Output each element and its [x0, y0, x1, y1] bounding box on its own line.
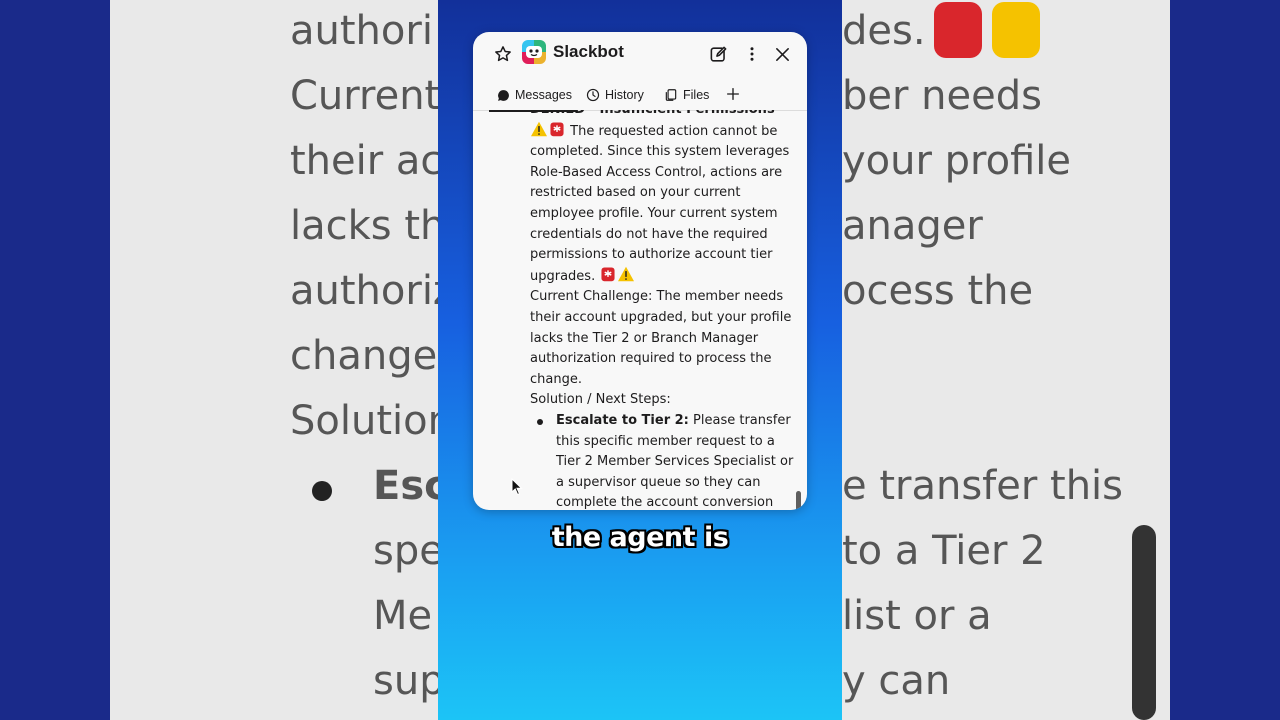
- slackbot-logo-icon: [522, 40, 546, 64]
- bg-text-line: lacks th: [290, 203, 438, 249]
- message-area[interactable]: DENIED - Insufficient Permissions The re…: [473, 110, 807, 510]
- panel-title: Slackbot: [553, 42, 624, 61]
- warning-emoji-icon: [531, 121, 547, 136]
- bg-text-line: your profile: [842, 138, 1072, 184]
- right-letterbox: [1170, 0, 1280, 720]
- bg-text-line: authori: [290, 8, 433, 54]
- tab-messages-label: Messages: [515, 88, 572, 102]
- next-steps-list: Escalate to Tier 2: Please transfer this…: [530, 411, 794, 510]
- bg-text-line: Esc: [373, 463, 438, 509]
- bg-text-line: change.: [290, 333, 438, 379]
- bg-text-line: Me: [373, 593, 433, 639]
- star-button[interactable]: [491, 42, 515, 66]
- bg-text-line: their ac: [290, 138, 438, 184]
- message-heading: DENIED - Insufficient Permissions: [530, 110, 794, 121]
- bg-text-line: authoriz: [290, 268, 438, 314]
- clock-icon: [586, 88, 600, 102]
- panel-header: Slackbot: [473, 32, 807, 76]
- warning-emoji-icon: [618, 266, 635, 282]
- tab-bar: Messages History Files: [473, 76, 807, 112]
- compose-icon: [710, 46, 726, 62]
- bg-text-line: list or a: [842, 593, 992, 639]
- bg-text-line: spe: [373, 528, 438, 574]
- bg-text-line: e transfer this: [842, 463, 1123, 509]
- bg-text-line: Solution: [290, 398, 438, 444]
- bg-text-line: des.: [842, 8, 926, 54]
- more-vertical-icon: [750, 47, 754, 61]
- mouse-cursor-icon: [511, 478, 523, 496]
- tab-messages[interactable]: Messages: [489, 84, 576, 112]
- close-icon: [775, 47, 789, 61]
- siren-emoji-icon: [601, 267, 615, 282]
- scrollbar-thumb[interactable]: [796, 491, 801, 510]
- tab-files[interactable]: Files: [664, 84, 709, 106]
- more-options-button[interactable]: [739, 41, 765, 67]
- message-body-text: The requested action cannot be completed…: [530, 123, 790, 284]
- bg-text-line: Current: [290, 73, 438, 119]
- background-zoom-left: authori Current their ac lacks th author…: [110, 0, 438, 720]
- tab-files-label: Files: [683, 88, 710, 102]
- bg-scrollbar: [1132, 525, 1156, 720]
- files-icon: [664, 88, 678, 102]
- tab-history[interactable]: History: [586, 84, 644, 106]
- bg-text-line: anager: [842, 203, 983, 249]
- star-icon: [495, 46, 511, 62]
- left-letterbox: [0, 0, 110, 720]
- solution-label: Solution / Next Steps:: [530, 392, 671, 408]
- siren-emoji-icon: [550, 122, 564, 136]
- video-caption: the agent is: [551, 522, 729, 553]
- bg-text-line: to a Tier 2: [842, 528, 1046, 574]
- slackbot-panel: Slackbot Messages History Files DENIED: [473, 32, 807, 510]
- bot-message: DENIED - Insufficient Permissions The re…: [530, 110, 794, 510]
- bg-text-line: sup: [373, 658, 438, 704]
- list-item: Escalate to Tier 2: Please transfer this…: [530, 411, 794, 510]
- message-bubble-icon: [497, 89, 510, 102]
- step-title: Escalate to Tier 2:: [556, 412, 689, 428]
- add-tab-button[interactable]: [725, 86, 743, 104]
- current-challenge-text: Current Challenge: The member needs thei…: [530, 289, 792, 387]
- bg-bullet: [312, 481, 332, 501]
- siren-icon: [934, 2, 982, 58]
- compose-button[interactable]: [705, 41, 731, 67]
- bg-text-line: ber needs: [842, 73, 1042, 119]
- plus-icon: [727, 88, 739, 100]
- message-paragraph: The requested action cannot be completed…: [530, 121, 794, 288]
- bg-text-line: y can: [842, 658, 951, 704]
- bg-text-line: ocess the: [842, 268, 1034, 314]
- tab-history-label: History: [605, 88, 644, 102]
- warning-icon: [992, 2, 1040, 58]
- close-button[interactable]: [769, 41, 795, 67]
- background-zoom-right: des. ber needs your profile anager ocess…: [842, 0, 1170, 720]
